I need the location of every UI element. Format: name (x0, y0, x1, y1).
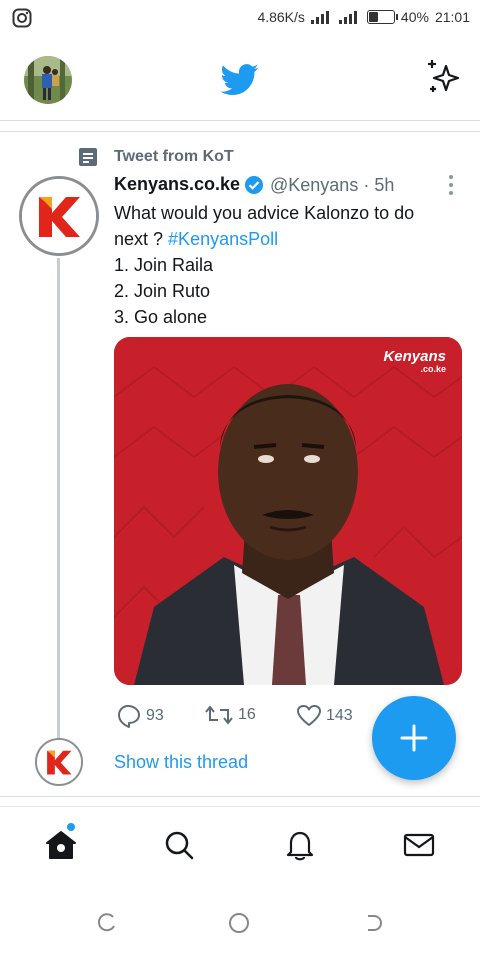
reply-icon (118, 705, 140, 728)
tweet-context-label[interactable]: Tweet from KoT (114, 148, 234, 166)
media-brand-logo: Kenyans .co.ke (383, 349, 446, 375)
notifications-bell-icon[interactable] (283, 828, 317, 862)
divider (0, 120, 480, 121)
messages-mail-icon[interactable] (402, 828, 436, 862)
author-handle-time[interactable]: @Kenyans · 5h (270, 175, 394, 196)
top-header (0, 36, 480, 120)
divider (0, 796, 480, 797)
tweet-media-image[interactable]: Kenyans .co.ke (114, 337, 462, 685)
retweet-button[interactable]: 16 (204, 704, 256, 726)
tweet-text-line: next ? #KenyansPoll (114, 226, 454, 252)
compose-tweet-button[interactable] (372, 696, 456, 780)
retweet-icon (205, 705, 233, 725)
signal-icon (310, 11, 329, 24)
portrait-illustration (114, 337, 462, 685)
signal-3g-icon (338, 11, 357, 24)
tweet-body[interactable]: What would you advice Kalonzo to do next… (114, 200, 454, 330)
network-speed: 4.86K/s (257, 9, 305, 25)
divider (0, 806, 480, 807)
verified-badge-icon (245, 176, 263, 194)
poll-option: 3. Go alone (114, 307, 208, 327)
battery-percent: 40% (400, 9, 429, 25)
recent-apps-icon[interactable] (96, 912, 118, 934)
back-icon[interactable] (362, 912, 384, 934)
battery-icon (366, 10, 398, 24)
poll-option: 2. Join Ruto (114, 281, 211, 301)
reply-count: 93 (146, 707, 164, 724)
reply-button[interactable]: 93 (116, 704, 164, 728)
poll-option: 1. Join Raila (114, 255, 214, 275)
plus-icon (400, 724, 428, 752)
more-options-icon[interactable] (448, 174, 454, 196)
thread-author-avatar[interactable] (35, 738, 83, 786)
heart-icon (297, 705, 321, 726)
status-right: 4.86K/s 40% 21:01 (257, 9, 470, 25)
hashtag-link[interactable]: #KenyansPoll (168, 229, 278, 249)
twitter-bird-icon[interactable] (221, 60, 259, 98)
home-notification-dot (67, 823, 75, 831)
profile-avatar[interactable] (24, 56, 72, 104)
show-thread-link[interactable]: Show this thread (114, 752, 248, 773)
author-name[interactable]: Kenyans.co.ke (114, 174, 240, 195)
home-circle-icon[interactable] (228, 912, 250, 934)
divider (0, 131, 480, 132)
topic-document-icon (79, 148, 97, 166)
author-avatar[interactable] (19, 176, 99, 256)
instagram-notification-icon (12, 8, 32, 28)
like-count: 143 (326, 707, 353, 724)
clock: 21:01 (434, 9, 470, 25)
tweet-text-line: What would you advice Kalonzo to do (114, 203, 415, 223)
retweet-count: 16 (238, 706, 256, 723)
tweet-text-fragment: next ? (114, 229, 169, 249)
thread-connector-line (57, 258, 60, 738)
sparkle-icon[interactable] (424, 58, 462, 96)
status-bar: 4.86K/s 40% 21:01 (0, 0, 480, 36)
like-button[interactable]: 143 (296, 704, 353, 728)
battery-level (368, 12, 379, 22)
search-icon[interactable] (162, 828, 196, 862)
home-icon[interactable] (44, 828, 78, 862)
